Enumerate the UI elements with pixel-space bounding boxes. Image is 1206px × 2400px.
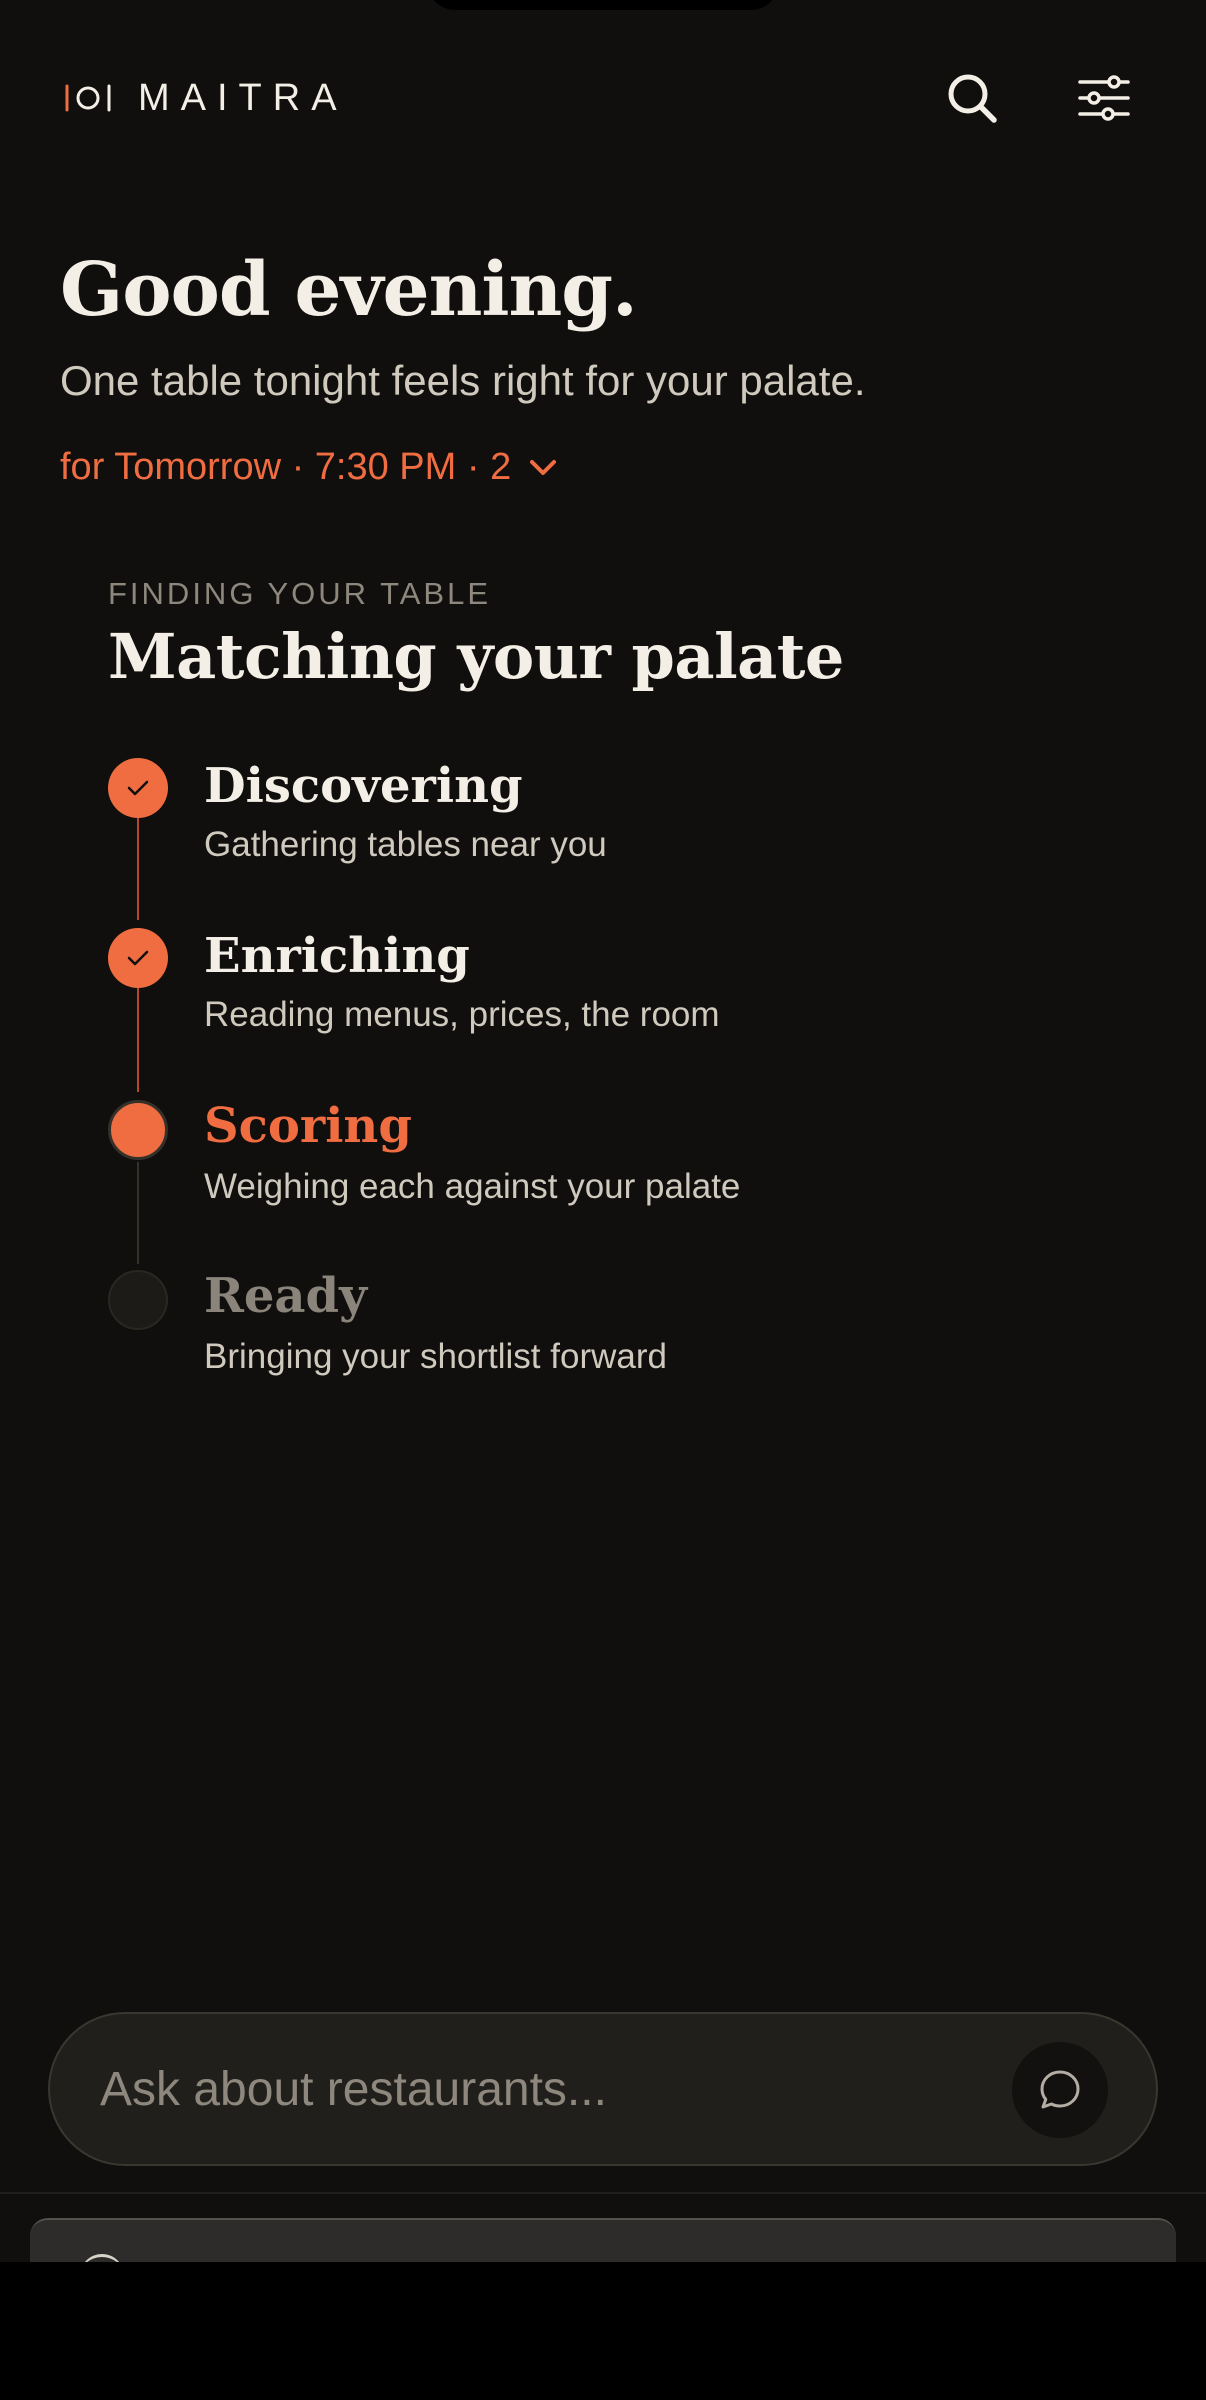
chat-button[interactable] — [1012, 2042, 1108, 2138]
step-connector — [137, 818, 139, 920]
status-title: Matching your palate — [108, 620, 844, 693]
chevron-down-icon — [530, 459, 557, 475]
step-label: Enriching — [204, 928, 470, 984]
step-description: Weighing each against your palate — [204, 1167, 741, 1206]
bottom-sheet[interactable] — [30, 2218, 1176, 2262]
camera-notch — [427, 0, 779, 10]
step-label: Scoring — [204, 1098, 412, 1154]
sheet-icon — [80, 2254, 124, 2262]
step-complete-indicator — [108, 758, 168, 818]
sliders-icon — [1078, 75, 1130, 121]
bottom-divider — [0, 2192, 1206, 2194]
step-pending-indicator — [108, 1270, 168, 1330]
step-complete-indicator — [108, 928, 168, 988]
step-label: Ready — [204, 1268, 367, 1324]
check-icon — [127, 950, 149, 966]
greeting-title: Good evening. — [60, 247, 638, 333]
step-connector — [137, 1162, 139, 1264]
step-description: Gathering tables near you — [204, 825, 607, 864]
ask-input[interactable] — [100, 2044, 1000, 2134]
chat-bubble-icon — [1040, 2070, 1080, 2109]
search-button[interactable] — [940, 66, 1004, 130]
ask-bar — [48, 2012, 1158, 2166]
brand-name: MAITRA — [138, 76, 348, 119]
status-eyebrow: FINDING YOUR TABLE — [108, 576, 492, 611]
check-icon — [127, 780, 149, 796]
system-bar — [0, 2262, 1206, 2400]
app-screen: MAITRA Good evening. One table tonight f… — [0, 0, 1206, 2262]
step-active-indicator — [108, 1100, 168, 1160]
reservation-summary: for Tomorrow · 7:30 PM · 2 — [60, 446, 512, 488]
greeting-subtitle: One table tonight feels right for your p… — [60, 357, 866, 404]
filters-button[interactable] — [1072, 66, 1136, 130]
step-label: Discovering — [204, 758, 523, 814]
plate-logo-icon — [65, 84, 111, 112]
step-description: Bringing your shortlist forward — [204, 1337, 667, 1376]
brand-logo[interactable]: MAITRA — [64, 72, 348, 124]
reservation-selector[interactable]: for Tomorrow · 7:30 PM · 2 — [60, 446, 557, 489]
search-icon — [948, 74, 997, 123]
step-description: Reading menus, prices, the room — [204, 995, 720, 1034]
step-connector — [137, 988, 139, 1092]
